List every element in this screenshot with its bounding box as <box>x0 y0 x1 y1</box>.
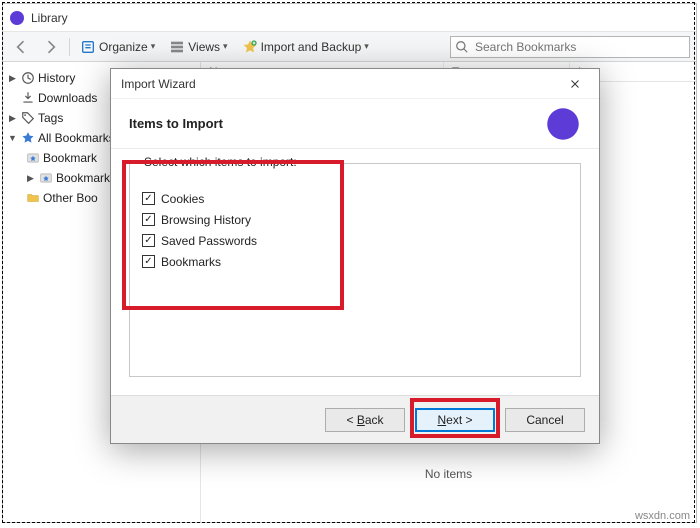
empty-status: No items <box>425 467 472 481</box>
tree-all-bookmarks-label: All Bookmarks <box>38 131 115 145</box>
library-title-text: Library <box>31 11 68 25</box>
clock-icon <box>21 71 35 85</box>
firefox-logo-icon <box>545 106 581 142</box>
back-button[interactable] <box>9 37 33 57</box>
tree-history-label: History <box>38 71 75 85</box>
collapse-icon[interactable]: ▼ <box>7 133 18 144</box>
expand-icon[interactable]: ▶ <box>7 73 18 84</box>
tag-icon <box>21 111 35 125</box>
close-button[interactable] <box>561 73 589 95</box>
checkbox-icon: ✓ <box>142 255 155 268</box>
search-box[interactable] <box>450 36 690 58</box>
checkbox-icon: ✓ <box>142 213 155 226</box>
arrow-left-icon <box>13 39 29 55</box>
import-wizard-dialog: Import Wizard Items to Import Select whi… <box>110 68 600 444</box>
views-icon <box>169 39 185 55</box>
library-toolbar: Organize ▾ Views ▾ Import and Backup ▾ <box>3 32 696 62</box>
cancel-button[interactable]: Cancel <box>505 408 585 432</box>
views-label: Views <box>188 40 220 54</box>
dropdown-caret-icon: ▾ <box>151 41 156 52</box>
close-icon <box>569 78 581 90</box>
views-menu[interactable]: Views ▾ <box>165 37 231 57</box>
bookmark-folder-icon <box>26 151 40 165</box>
checkbox-saved-passwords[interactable]: ✓ Saved Passwords <box>142 230 568 251</box>
wizard-heading: Items to Import <box>129 116 223 131</box>
import-backup-label: Import and Backup <box>261 40 362 54</box>
checkbox-cookies-label: Cookies <box>161 192 204 206</box>
group-legend: Select which items to import: <box>140 155 301 169</box>
folder-icon <box>26 191 40 205</box>
tree-other-bookmarks-label: Other Boo <box>43 191 98 205</box>
import-star-icon <box>242 39 258 55</box>
organize-icon <box>80 39 96 55</box>
back-button[interactable]: < Back <box>325 408 405 432</box>
import-items-group: Select which items to import: ✓ Cookies … <box>129 163 581 377</box>
wizard-header: Items to Import <box>111 99 599 149</box>
next-button[interactable]: Next > <box>415 408 495 432</box>
checkbox-saved-passwords-label: Saved Passwords <box>161 234 257 248</box>
dropdown-caret-icon: ▾ <box>364 41 369 52</box>
tree-bookmarks-menu-label: Bookmark <box>56 171 110 185</box>
toolbar-separator <box>69 38 70 56</box>
tree-bookmarks-toolbar-label: Bookmark <box>43 151 97 165</box>
watermark: wsxdn.com <box>635 510 690 522</box>
wizard-titlebar: Import Wizard <box>111 69 599 99</box>
checkbox-icon: ✓ <box>142 234 155 247</box>
import-backup-menu[interactable]: Import and Backup ▾ <box>238 37 373 57</box>
wizard-button-bar: < Back Next > Cancel <box>111 395 599 443</box>
search-input[interactable] <box>473 39 685 55</box>
download-icon <box>21 91 35 105</box>
dropdown-caret-icon: ▾ <box>223 41 228 52</box>
checkbox-bookmarks[interactable]: ✓ Bookmarks <box>142 251 568 272</box>
arrow-right-icon <box>43 39 59 55</box>
library-titlebar: Library <box>3 4 696 32</box>
wizard-body: Select which items to import: ✓ Cookies … <box>111 149 599 395</box>
forward-button[interactable] <box>39 37 63 57</box>
checkbox-cookies[interactable]: ✓ Cookies <box>142 188 568 209</box>
tree-tags-label: Tags <box>38 111 63 125</box>
checkbox-browsing-history[interactable]: ✓ Browsing History <box>142 209 568 230</box>
organize-label: Organize <box>99 40 148 54</box>
organize-menu[interactable]: Organize ▾ <box>76 37 159 57</box>
star-icon <box>21 131 35 145</box>
search-icon <box>455 40 469 54</box>
wizard-title-text: Import Wizard <box>121 77 196 91</box>
expand-icon[interactable]: ▶ <box>7 113 18 124</box>
expand-icon[interactable]: ▶ <box>25 173 36 184</box>
checkbox-bookmarks-label: Bookmarks <box>161 255 221 269</box>
firefox-icon <box>9 10 25 26</box>
checkbox-icon: ✓ <box>142 192 155 205</box>
bookmark-folder-icon <box>39 171 53 185</box>
tree-downloads-label: Downloads <box>38 91 97 105</box>
checkbox-browsing-history-label: Browsing History <box>161 213 251 227</box>
